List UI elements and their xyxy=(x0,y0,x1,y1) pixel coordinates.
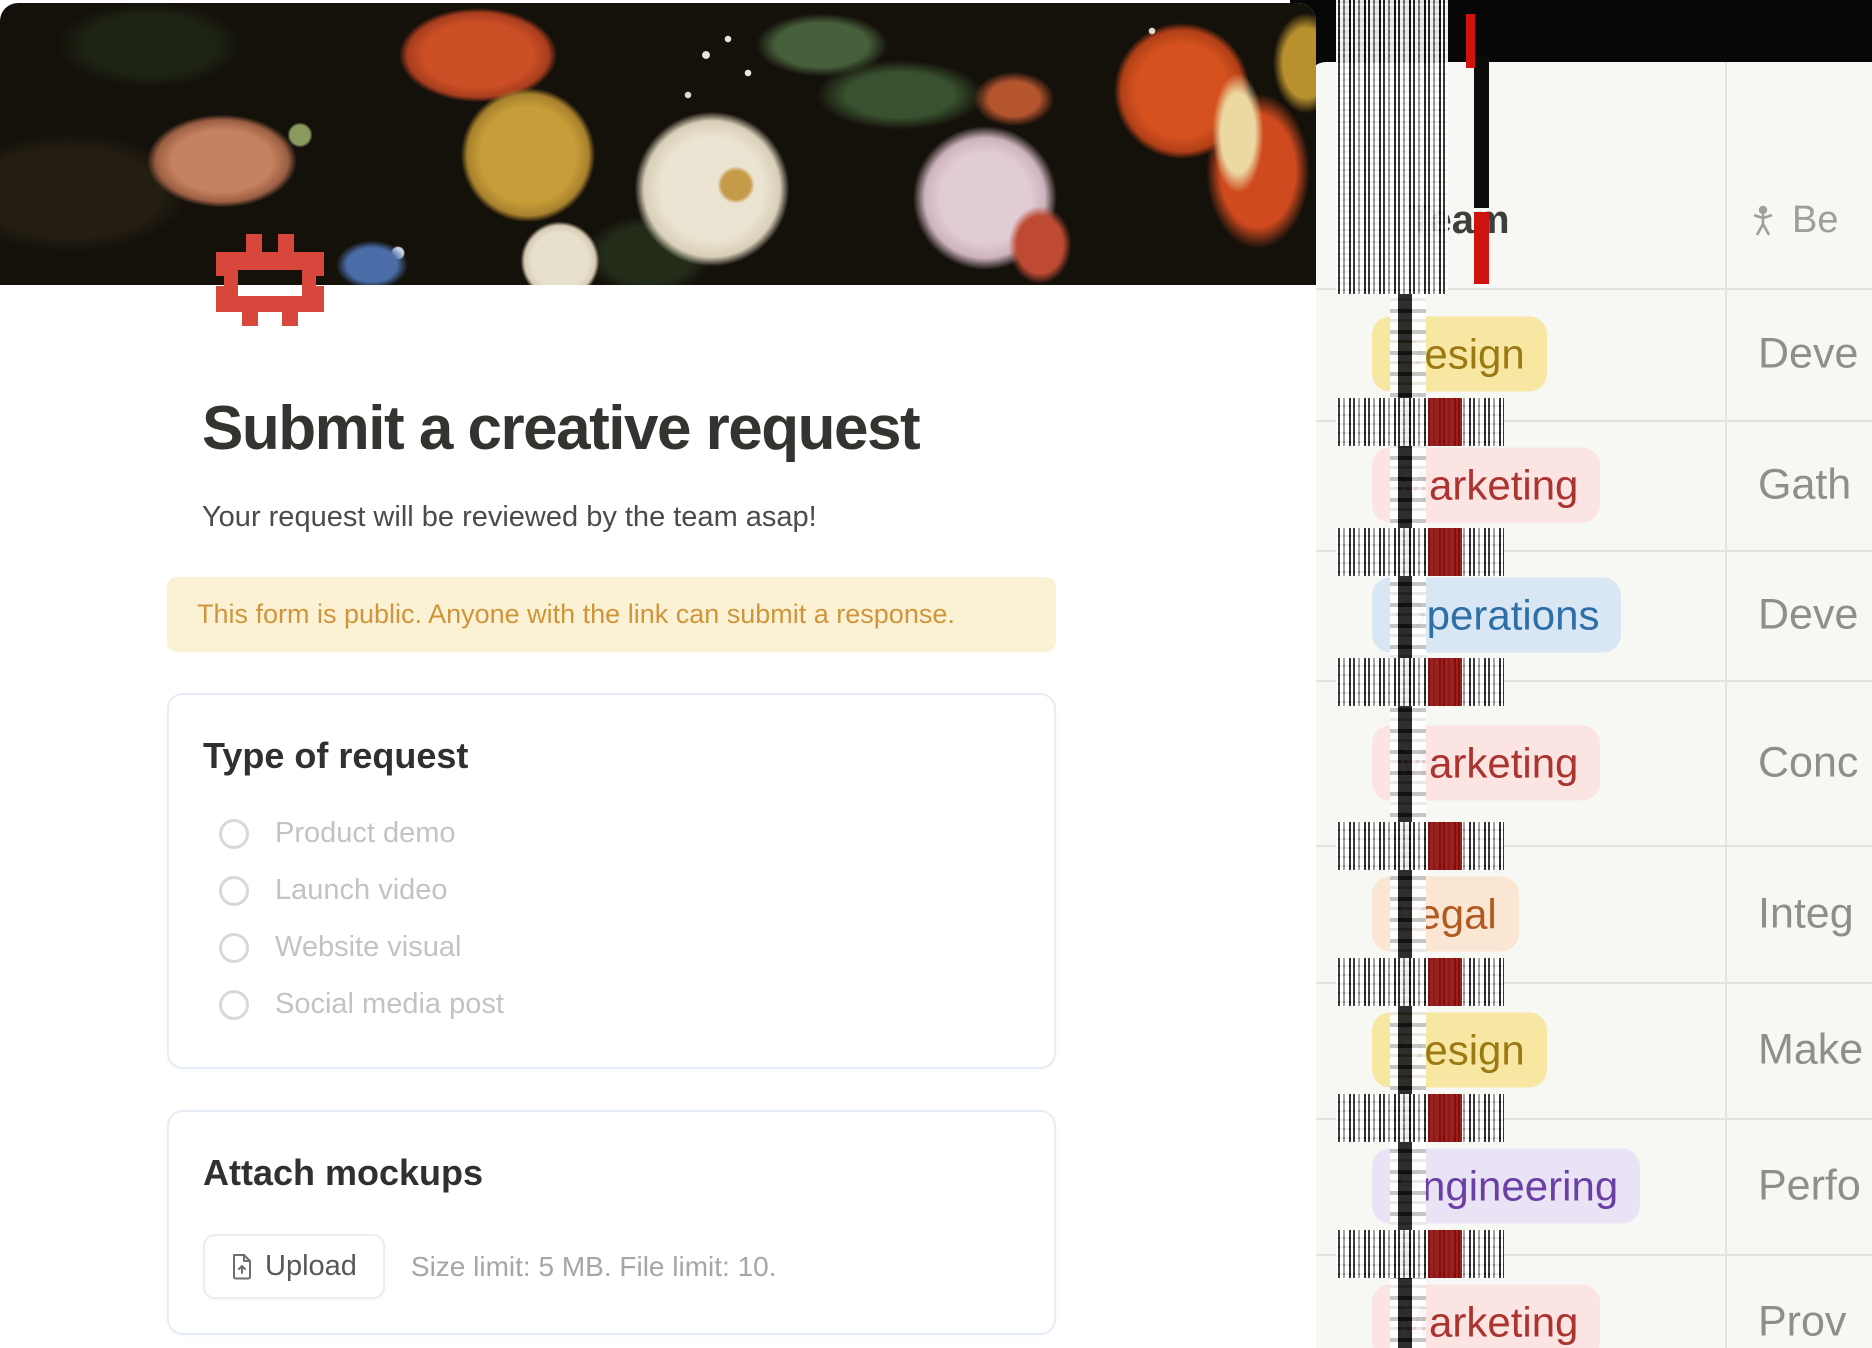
brief-cell[interactable]: Prov xyxy=(1758,1298,1846,1347)
radio-option-website-visual[interactable]: Website visual xyxy=(219,919,1020,976)
upload-limit-hint: Size limit: 5 MB. File limit: 10. xyxy=(411,1251,777,1283)
radio-option-social-media-post[interactable]: Social media post xyxy=(219,976,1020,1033)
glitch-artifact xyxy=(1474,212,1489,284)
brief-cell[interactable]: Perfo xyxy=(1758,1162,1861,1211)
question-card-attach-mockups: Attach mockups Upload Size limit: 5 MB. … xyxy=(167,1110,1056,1335)
radio-circle-icon xyxy=(219,819,249,849)
brief-cell[interactable]: Deve xyxy=(1758,591,1858,640)
glitch-artifact xyxy=(1466,14,1475,68)
radio-circle-icon xyxy=(219,990,249,1020)
form-title: Submit a creative request xyxy=(202,395,1056,463)
form-subtitle: Your request will be reviewed by the tea… xyxy=(202,501,1056,534)
question-heading: Attach mockups xyxy=(203,1152,1020,1194)
radio-option-product-demo[interactable]: Product demo xyxy=(219,805,1020,862)
form-card: Submit a creative request Your request w… xyxy=(0,3,1316,1348)
brief-cell[interactable]: Conc xyxy=(1758,738,1858,787)
screenshot-stage: Team Be Design Deve Marketing Gath Opera xyxy=(0,0,1872,1348)
glitch-artifact xyxy=(1336,958,1504,1006)
radio-option-label: Website visual xyxy=(275,931,461,964)
cover-image-floral-still-life xyxy=(0,3,1316,285)
radio-option-label: Social media post xyxy=(275,988,504,1021)
radio-circle-icon xyxy=(219,876,249,906)
glitch-artifact xyxy=(1336,658,1504,706)
public-form-callout: This form is public. Anyone with the lin… xyxy=(167,577,1056,652)
radio-option-list: Product demo Launch video Website visual… xyxy=(203,805,1020,1033)
person-icon xyxy=(1748,204,1778,236)
glitch-artifact xyxy=(1336,1230,1504,1278)
table-header-person[interactable]: Be xyxy=(1748,190,1838,250)
radio-option-label: Launch video xyxy=(275,874,448,907)
upload-button[interactable]: Upload xyxy=(203,1234,385,1299)
radio-circle-icon xyxy=(219,933,249,963)
glitch-artifact xyxy=(1336,822,1504,870)
question-heading: Type of request xyxy=(203,735,1020,777)
glitch-artifact xyxy=(1336,1094,1504,1142)
glitch-artifact xyxy=(1390,294,1426,1348)
public-form-callout-text: This form is public. Anyone with the lin… xyxy=(197,599,955,629)
brief-cell[interactable]: Make xyxy=(1758,1026,1863,1075)
question-card-type-of-request: Type of request Product demo Launch vide… xyxy=(167,693,1056,1069)
glitch-artifact xyxy=(1336,0,1448,294)
form-logo-castle-icon xyxy=(210,222,330,332)
upload-button-label: Upload xyxy=(265,1250,357,1283)
brief-cell[interactable]: Deve xyxy=(1758,330,1858,379)
radio-option-label: Product demo xyxy=(275,817,456,850)
glitch-artifact xyxy=(1336,398,1504,446)
table-header-person-label: Be xyxy=(1792,199,1838,242)
glitch-artifact xyxy=(1474,56,1489,208)
form-content: Submit a creative request Your request w… xyxy=(167,395,1056,1335)
radio-option-launch-video[interactable]: Launch video xyxy=(219,862,1020,919)
brief-cell[interactable]: Integ xyxy=(1758,889,1854,938)
brief-cell[interactable]: Gath xyxy=(1758,461,1851,510)
upload-row: Upload Size limit: 5 MB. File limit: 10. xyxy=(203,1234,1020,1299)
glitch-artifact xyxy=(1336,528,1504,576)
upload-file-icon xyxy=(231,1253,253,1280)
